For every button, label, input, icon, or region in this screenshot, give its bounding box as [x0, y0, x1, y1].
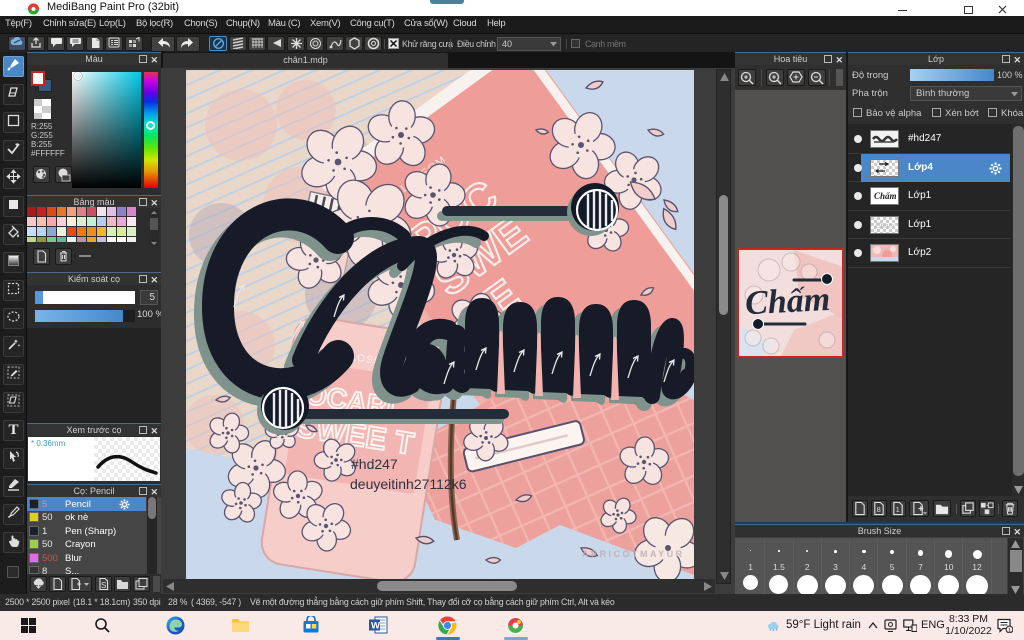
svg-text:1: 1	[896, 505, 900, 514]
svg-text:1: 1	[1008, 628, 1011, 633]
svg-text:APRICOTMAYUR: APRICOTMAYUR	[582, 549, 685, 559]
svg-text:#hd247: #hd247	[351, 456, 398, 472]
svg-text:Chấm: Chấm	[744, 281, 831, 322]
svg-text:deuyeitinh27112k6: deuyeitinh27112k6	[350, 476, 467, 492]
svg-text:W: W	[371, 621, 380, 632]
svg-text:8: 8	[877, 505, 881, 514]
svg-text:Chấm: Chấm	[874, 191, 897, 201]
svg-text:S: S	[101, 581, 106, 590]
svg-text:Chấm: Chấm	[875, 221, 894, 230]
